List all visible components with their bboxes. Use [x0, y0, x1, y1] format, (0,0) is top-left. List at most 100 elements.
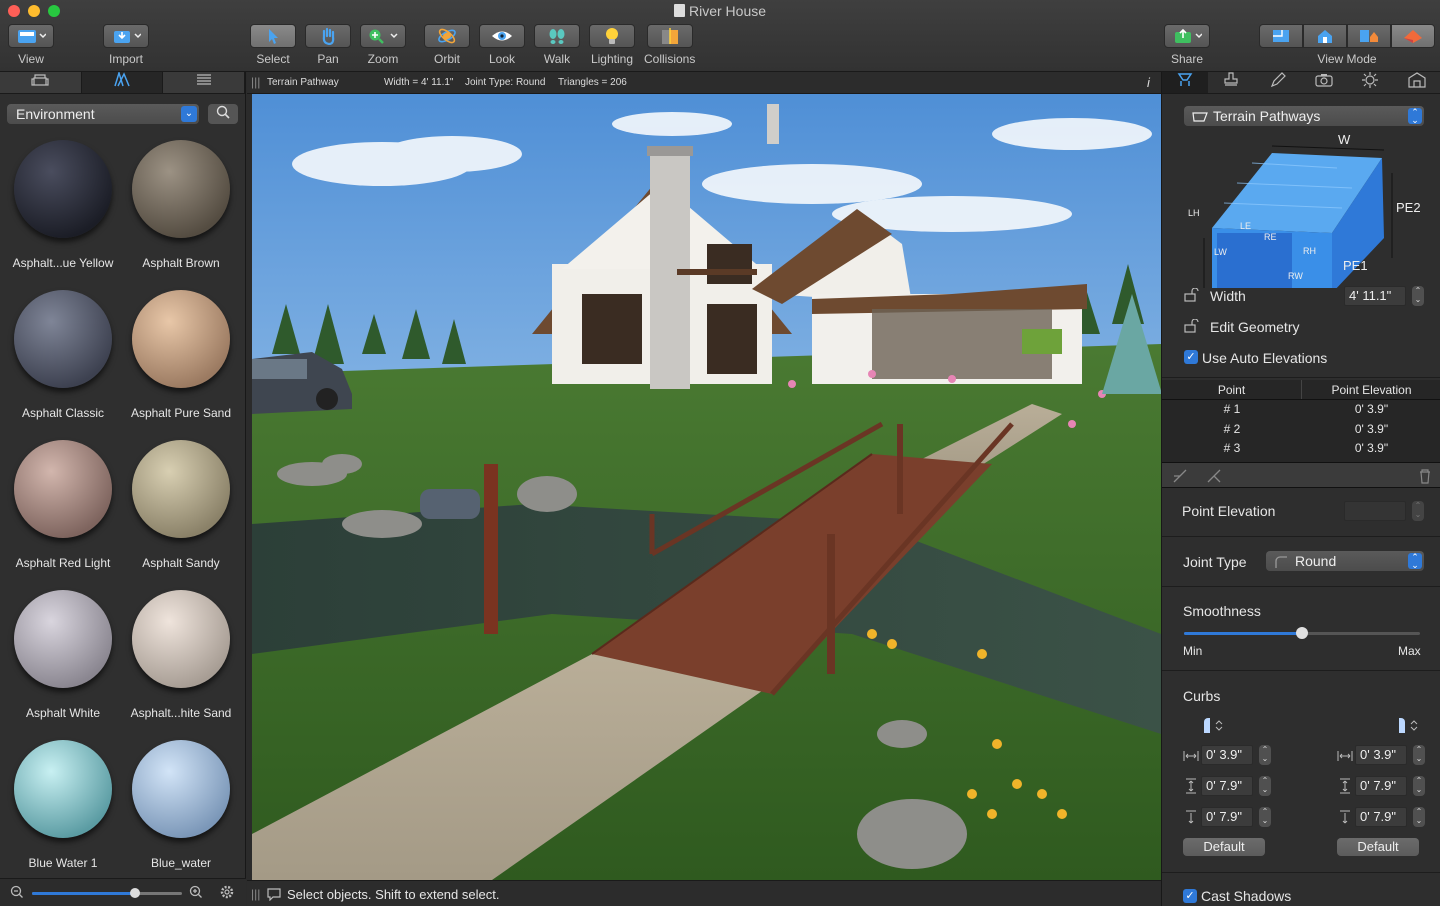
- 3d-viewport[interactable]: [252, 94, 1161, 880]
- material-swatch[interactable]: Asphalt...hite Sand: [122, 586, 240, 736]
- width-field[interactable]: 4' 11.1": [1344, 286, 1406, 306]
- stepper-arrows-icon: ⌃ ⌄: [1408, 553, 1422, 570]
- table-row[interactable]: # 3 0' 3.9": [1162, 439, 1440, 459]
- curb-left-profile-icon[interactable]: [1202, 716, 1224, 739]
- info-object-name: Terrain Pathway: [267, 77, 339, 88]
- material-swatch[interactable]: Asphalt Pure Sand: [122, 286, 240, 436]
- material-swatch[interactable]: Asphalt...ue Yellow: [4, 136, 122, 286]
- material-swatch[interactable]: Asphalt Brown: [122, 136, 240, 286]
- diagram-label-re: RE: [1264, 232, 1277, 242]
- table-row[interactable]: # 1 0' 3.9": [1162, 400, 1440, 420]
- material-swatch[interactable]: Asphalt Classic: [4, 286, 122, 436]
- view-mode-3d-split-button[interactable]: [1347, 24, 1391, 48]
- info-width: Width = 4' 11.1": [384, 77, 454, 88]
- library-category-select[interactable]: Environment ⌄: [7, 104, 199, 124]
- material-swatch[interactable]: Blue Water 1: [4, 736, 122, 886]
- left-curb-width-field[interactable]: 0' 3.9": [1201, 745, 1253, 765]
- lock-icon[interactable]: [1184, 287, 1200, 307]
- material-swatch[interactable]: Asphalt Sandy: [122, 436, 240, 586]
- info-icon[interactable]: i: [1147, 75, 1150, 90]
- curb-right-profile-icon[interactable]: [1397, 716, 1419, 739]
- table-row[interactable]: # 2 0' 3.9": [1162, 420, 1440, 440]
- joint-type-select[interactable]: Round ⌃ ⌄: [1266, 551, 1424, 571]
- lightbulb-icon: [604, 26, 620, 46]
- right-curb-depth-stepper[interactable]: ⌃ ⌄: [1413, 807, 1425, 827]
- share-icon: [1172, 28, 1202, 44]
- add-point-icon[interactable]: [1172, 468, 1188, 489]
- point-elevation-field[interactable]: [1344, 501, 1406, 521]
- view-mode-split-button[interactable]: [1303, 24, 1347, 48]
- slider-thumb[interactable]: [130, 888, 140, 898]
- collisions-toggle[interactable]: Collisions: [644, 24, 695, 66]
- share-button[interactable]: Share: [1164, 24, 1210, 66]
- left-curb-depth-field[interactable]: 0' 7.9": [1201, 807, 1253, 827]
- use-auto-elevations-checkbox[interactable]: ✓: [1184, 350, 1198, 364]
- right-curb-height-stepper[interactable]: ⌃ ⌄: [1413, 776, 1425, 796]
- zoom-out-icon[interactable]: [10, 885, 24, 904]
- cursor-icon: [265, 27, 281, 45]
- diagram-label-rh: RH: [1303, 246, 1316, 256]
- lock-icon[interactable]: [1184, 318, 1200, 338]
- material-swatch[interactable]: Asphalt White: [4, 586, 122, 736]
- tab-furniture[interactable]: [0, 72, 82, 93]
- left-curb-width-stepper[interactable]: ⌃ ⌄: [1259, 745, 1271, 765]
- object-type-select[interactable]: Terrain Pathways ⌃ ⌄: [1184, 106, 1424, 126]
- import-button[interactable]: Import: [103, 24, 149, 66]
- left-curb-depth-stepper[interactable]: ⌃ ⌄: [1259, 807, 1271, 827]
- right-curb-width-stepper[interactable]: ⌃ ⌄: [1413, 745, 1425, 765]
- pathway-type-icon: [1192, 109, 1210, 129]
- look-tool-button[interactable]: Look: [479, 24, 525, 66]
- trash-icon[interactable]: [1418, 468, 1432, 489]
- lighting-tool-button[interactable]: Lighting: [589, 24, 635, 66]
- orbit-tool-button[interactable]: Orbit: [424, 24, 470, 66]
- material-swatch[interactable]: Blue_water: [122, 736, 240, 886]
- point-elevation-table: Point Point Elevation # 1 0' 3.9" # 2 0'…: [1162, 380, 1440, 462]
- zoom-in-icon[interactable]: [189, 885, 203, 904]
- list-icon: [195, 73, 213, 92]
- gear-icon[interactable]: [219, 884, 235, 905]
- right-curb-height-field[interactable]: 0' 7.9": [1355, 776, 1407, 796]
- width-label: Width: [1210, 288, 1246, 304]
- tab-camera[interactable]: [1301, 72, 1347, 93]
- curb-height-icon: [1185, 778, 1197, 799]
- point-elevation-stepper[interactable]: ⌃ ⌄: [1412, 501, 1424, 521]
- view-mode-2d-button[interactable]: [1259, 24, 1303, 48]
- material-sphere: [132, 440, 230, 538]
- library-zoom-bar: [0, 878, 246, 906]
- view-mode-group: View Mode: [1259, 24, 1435, 66]
- right-curb-default-button[interactable]: Default: [1337, 838, 1419, 856]
- left-curb-default-button[interactable]: Default: [1183, 838, 1265, 856]
- curbs-label: Curbs: [1183, 688, 1221, 704]
- thumbnail-size-slider[interactable]: [32, 888, 182, 898]
- smoothness-slider[interactable]: [1184, 627, 1420, 639]
- view-menu-button[interactable]: View: [8, 24, 54, 66]
- tab-edit[interactable]: [1255, 72, 1301, 93]
- left-curb-height-stepper[interactable]: ⌃ ⌄: [1259, 776, 1271, 796]
- tab-object-settings[interactable]: [1162, 72, 1209, 93]
- material-swatch[interactable]: Asphalt Red Light: [4, 436, 122, 586]
- right-curb-depth-field[interactable]: 0' 7.9": [1355, 807, 1407, 827]
- pan-tool-button[interactable]: Pan: [305, 24, 351, 66]
- remove-point-icon[interactable]: [1206, 468, 1222, 489]
- tab-object-properties[interactable]: [1208, 72, 1254, 93]
- tab-building[interactable]: [1394, 72, 1440, 93]
- smoothness-slider-fill: [1184, 632, 1302, 635]
- library-search-button[interactable]: [208, 104, 238, 124]
- tab-light[interactable]: [1347, 72, 1393, 93]
- zoom-tool-button[interactable]: Zoom: [360, 24, 406, 66]
- column-header-point[interactable]: Point: [1162, 380, 1302, 399]
- orbit-icon: [436, 26, 458, 46]
- walk-tool-button[interactable]: Walk: [534, 24, 580, 66]
- right-curb-width-field[interactable]: 0' 3.9": [1355, 745, 1407, 765]
- tab-materials[interactable]: [81, 70, 164, 93]
- material-sphere: [14, 440, 112, 538]
- view-mode-3d-button[interactable]: [1391, 24, 1435, 48]
- width-stepper[interactable]: ⌃ ⌄: [1412, 286, 1424, 306]
- select-tool-button[interactable]: Select: [250, 24, 296, 66]
- left-curb-height-field[interactable]: 0' 7.9": [1201, 776, 1253, 796]
- edit-geometry-button[interactable]: Edit Geometry: [1210, 319, 1299, 335]
- column-header-elevation[interactable]: Point Elevation: [1302, 380, 1440, 399]
- cast-shadows-checkbox[interactable]: ✓: [1183, 889, 1197, 903]
- tab-list[interactable]: [163, 72, 246, 93]
- slider-thumb[interactable]: [1296, 627, 1308, 639]
